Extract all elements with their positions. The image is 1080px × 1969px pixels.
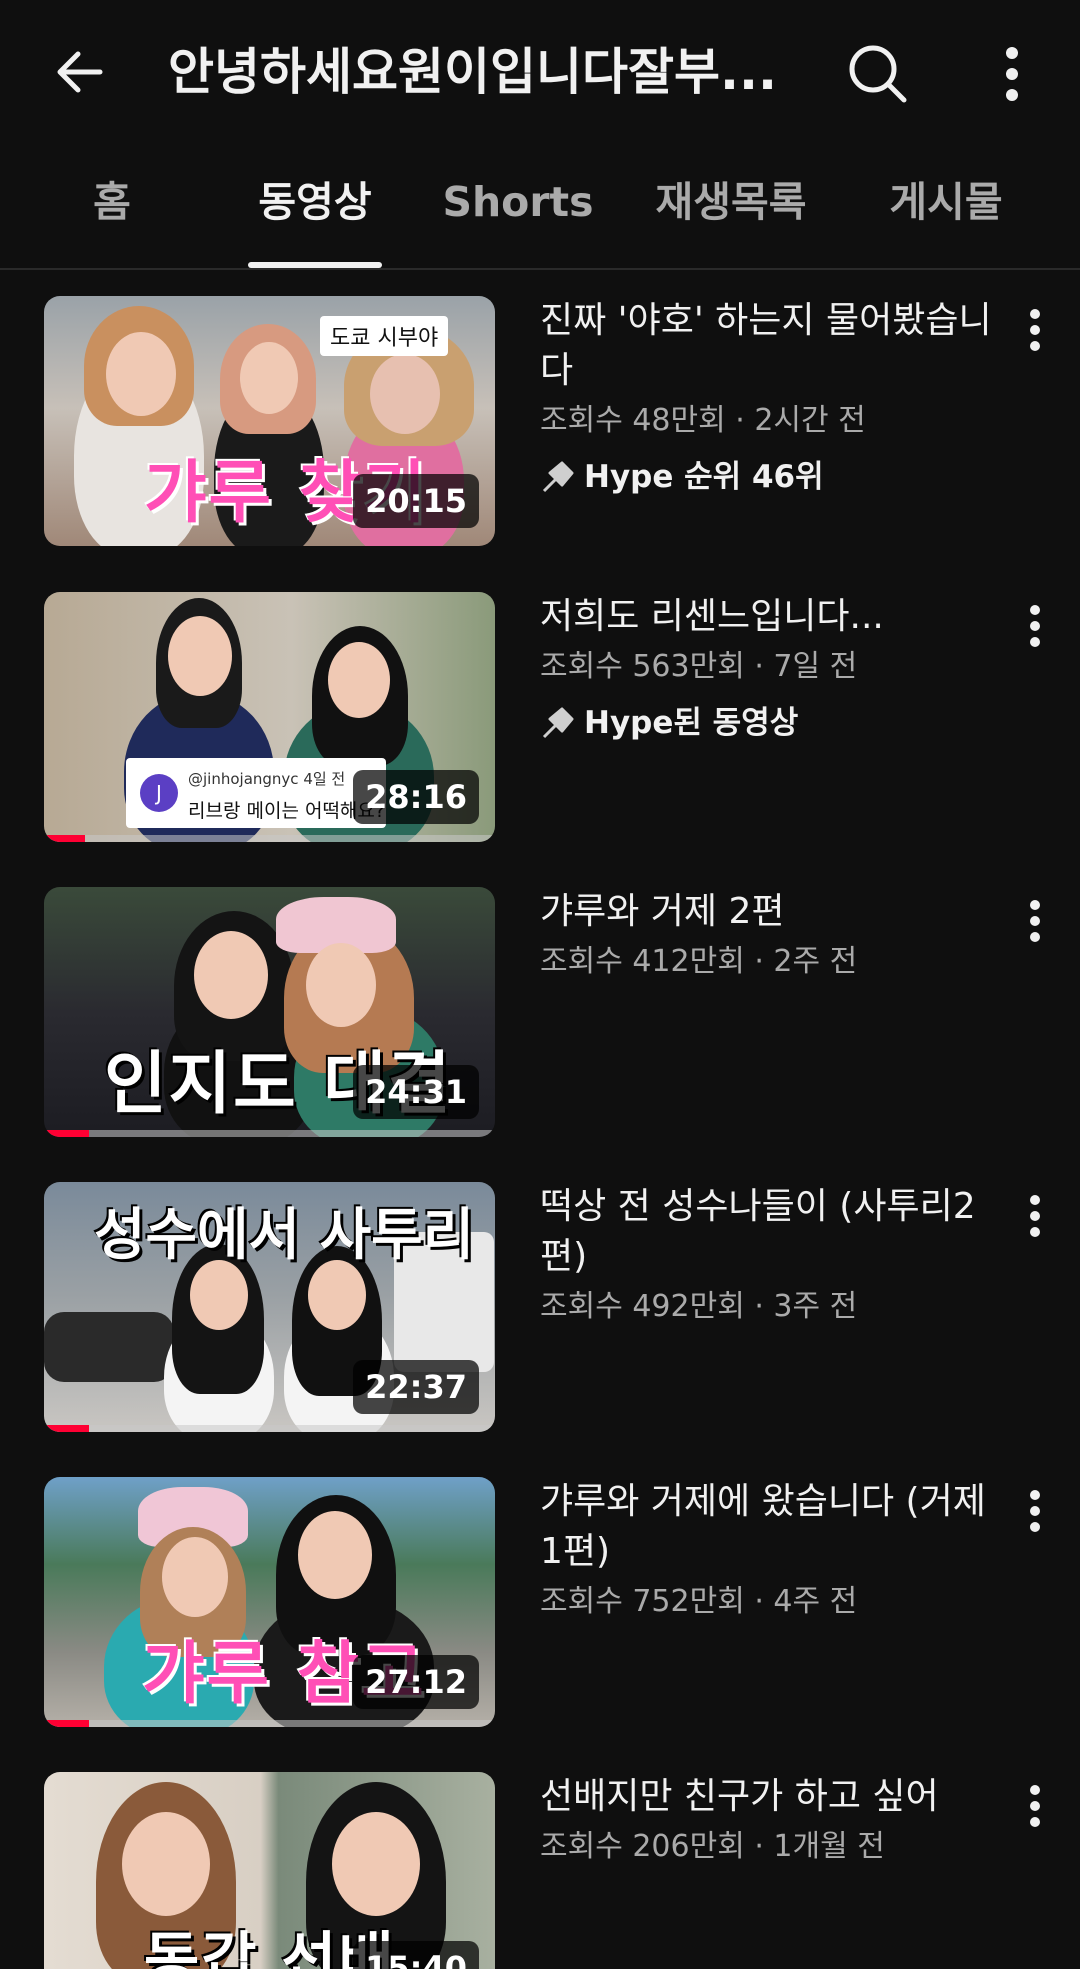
video-info: 선배지만 친구가 하고 싶어 조회수 206만회 · 1개월 전 <box>540 1772 1000 1870</box>
hype-text: Hype된 동영상 <box>584 705 799 741</box>
watch-progress-fill <box>44 1425 90 1432</box>
thumb-figure <box>106 332 176 416</box>
video-title[interactable]: 진짜 '야호' 하는지 물어봤습니다 <box>540 296 1000 396</box>
video-duration: 22:37 <box>353 1360 479 1414</box>
thumb-figure <box>298 1511 372 1599</box>
watch-progress-fill <box>44 835 85 842</box>
channel-title: 안녕하세요원이입니다잘부... <box>168 43 777 101</box>
watch-progress-bar <box>44 1425 495 1432</box>
video-meta: 조회수 48만회 · 2시간 전 <box>540 403 866 438</box>
active-tab-indicator <box>248 262 382 268</box>
hype-icon <box>542 461 574 493</box>
video-thumbnail[interactable]: 인지도 대결 24:31 <box>44 887 495 1137</box>
video-duration: 27:12 <box>353 1655 479 1709</box>
video-info: 떡상 전 성수나들이 (사투리2편) 조회수 492만회 · 3주 전 <box>540 1182 1000 1330</box>
more-vert-icon <box>1030 605 1040 647</box>
thumb-location-tag: 도쿄 시부야 <box>320 316 449 356</box>
video-more-button[interactable] <box>1010 891 1060 951</box>
video-info: 진짜 '야호' 하는지 물어봤습니다 조회수 48만회 · 2시간 전 Hype… <box>540 296 1000 500</box>
video-meta: 조회수 412만회 · 2주 전 <box>540 944 858 979</box>
thumb-figure <box>162 1537 228 1617</box>
video-duration: 20:15 <box>353 474 479 528</box>
video-title[interactable]: 떡상 전 성수나들이 (사투리2편) <box>540 1182 1000 1282</box>
video-more-button[interactable] <box>1010 1186 1060 1246</box>
watch-progress-fill <box>44 1130 90 1137</box>
thumb-figure <box>306 943 376 1027</box>
search-icon <box>849 45 907 103</box>
arrow-left-icon <box>57 51 103 93</box>
video-thumbnail[interactable]: 도쿄 시부야 갸루 찾기 20:15 <box>44 296 495 546</box>
video-duration: 28:16 <box>353 770 479 824</box>
more-vert-icon <box>1030 309 1040 351</box>
hype-badge: Hype 순위 46위 <box>540 454 1000 500</box>
tab-shorts[interactable]: Shorts <box>436 172 600 232</box>
watch-progress-bar <box>44 1720 495 1727</box>
video-info: 갸루와 거제 2편 조회수 412만회 · 2주 전 <box>540 887 1000 985</box>
video-title[interactable]: 갸루와 거제 2편 <box>540 887 1000 937</box>
watch-progress-bar <box>44 835 495 842</box>
comment-user: @jinhojangnyc 4일 전 <box>188 770 346 788</box>
video-thumbnail[interactable]: 갸루 참고 27:12 <box>44 1477 495 1727</box>
comment-avatar: J <box>140 774 178 812</box>
video-thumbnail[interactable]: 성수에서 사투리 22:37 <box>44 1182 495 1432</box>
video-item[interactable]: J @jinhojangnyc 4일 전 리브랑 메이는 어떡해요? 28:16… <box>0 592 1080 842</box>
thumb-figure <box>122 1812 210 1916</box>
video-item[interactable]: 갸루 참고 27:12 갸루와 거제에 왔습니다 (거제 1편) 조회수 752… <box>0 1477 1080 1727</box>
more-options-button[interactable] <box>980 36 1044 112</box>
video-item[interactable]: 도쿄 시부야 갸루 찾기 20:15 진짜 '야호' 하는지 물어봤습니다 조회… <box>0 296 1080 546</box>
thumb-figure <box>332 1812 420 1916</box>
thumb-figure <box>240 342 298 414</box>
thumb-figure <box>370 354 440 434</box>
more-vert-icon <box>1030 1785 1040 1827</box>
watch-progress-fill <box>44 1720 90 1727</box>
hype-text: Hype 순위 46위 <box>584 459 824 495</box>
video-more-button[interactable] <box>1010 1481 1060 1541</box>
video-more-button[interactable] <box>1010 1776 1060 1836</box>
video-meta: 조회수 492만회 · 3주 전 <box>540 1289 858 1324</box>
video-more-button[interactable] <box>1010 596 1060 656</box>
channel-tabs: 홈 동영상 Shorts 재생목록 게시물 <box>0 150 1080 270</box>
top-app-bar: 안녕하세요원이입니다잘부... <box>0 0 1080 140</box>
video-item[interactable]: 인지도 대결 24:31 갸루와 거제 2편 조회수 412만회 · 2주 전 <box>0 887 1080 1137</box>
video-meta: 조회수 563만회 · 7일 전 <box>540 649 858 684</box>
tab-videos[interactable]: 동영상 <box>226 172 404 232</box>
video-meta: 조회수 206만회 · 1개월 전 <box>540 1829 885 1864</box>
hype-icon <box>542 707 574 739</box>
thumb-comment-card: J @jinhojangnyc 4일 전 리브랑 메이는 어떡해요? <box>126 758 386 828</box>
hype-badge: Hype된 동영상 <box>540 700 1000 746</box>
more-vert-icon <box>1030 1195 1040 1237</box>
video-meta: 조회수 752만회 · 4주 전 <box>540 1584 858 1619</box>
video-thumbnail[interactable]: J @jinhojangnyc 4일 전 리브랑 메이는 어떡해요? 28:16 <box>44 592 495 842</box>
video-duration: 24:31 <box>353 1065 479 1119</box>
video-title[interactable]: 선배지만 친구가 하고 싶어 <box>540 1772 1000 1822</box>
more-vert-icon <box>1030 1490 1040 1532</box>
thumb-figure <box>168 616 232 696</box>
video-duration: 15:40 <box>353 1941 479 1969</box>
video-title[interactable]: 저희도 리센느입니다... <box>540 592 1000 642</box>
search-button[interactable] <box>840 36 916 112</box>
thumb-figure <box>194 931 268 1019</box>
thumb-figure <box>44 1312 174 1382</box>
video-info: 갸루와 거제에 왔습니다 (거제 1편) 조회수 752만회 · 4주 전 <box>540 1477 1000 1625</box>
video-info: 저희도 리센느입니다... 조회수 563만회 · 7일 전 Hype된 동영상 <box>540 592 1000 746</box>
video-thumbnail[interactable]: 동갑 선배 15:40 <box>44 1772 495 1969</box>
thumb-figure <box>328 642 390 718</box>
tab-posts[interactable]: 게시물 <box>862 172 1030 232</box>
more-vert-icon <box>1030 900 1040 942</box>
video-item[interactable]: 성수에서 사투리 22:37 떡상 전 성수나들이 (사투리2편) 조회수 49… <box>0 1182 1080 1432</box>
thumb-overlay-text: 성수에서 사투리 <box>94 1203 475 1268</box>
tab-home[interactable]: 홈 <box>60 172 164 232</box>
tab-playlists[interactable]: 재생목록 <box>640 172 822 232</box>
more-vert-icon <box>1006 47 1018 101</box>
watch-progress-bar <box>44 1130 495 1137</box>
video-item[interactable]: 동갑 선배 15:40 선배지만 친구가 하고 싶어 조회수 206만회 · 1… <box>0 1772 1080 1969</box>
video-more-button[interactable] <box>1010 300 1060 360</box>
back-button[interactable] <box>48 40 112 104</box>
video-title[interactable]: 갸루와 거제에 왔습니다 (거제 1편) <box>540 1477 1000 1577</box>
